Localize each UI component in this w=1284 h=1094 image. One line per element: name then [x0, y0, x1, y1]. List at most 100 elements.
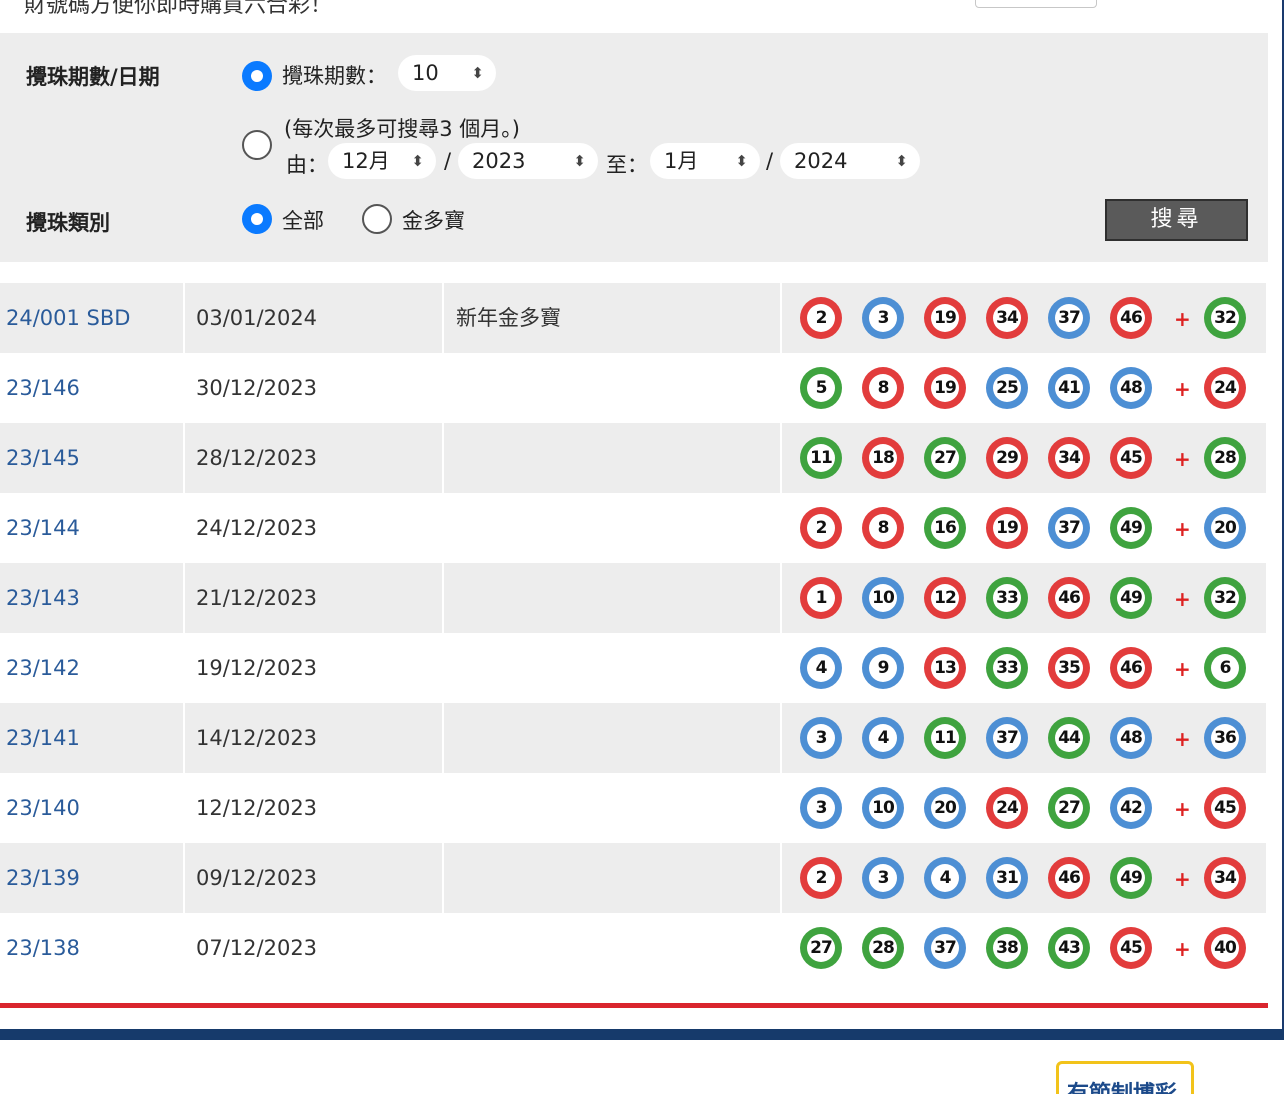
ball-number: 36: [1211, 724, 1239, 752]
winning-numbers: 3 4 11 37 44 48 +36: [800, 717, 1260, 759]
ball-number: 41: [1055, 374, 1083, 402]
ball-number: 19: [931, 304, 959, 332]
ball-number: 33: [993, 654, 1021, 682]
ball-number: 2: [807, 864, 835, 892]
draw-date: 19/12/2023: [196, 656, 318, 680]
extra-ball: 36: [1204, 717, 1246, 759]
ball-number: 49: [1117, 864, 1145, 892]
radio-type-all[interactable]: [242, 204, 272, 234]
ball-number: 6: [1211, 654, 1239, 682]
lottery-ball: 34: [986, 297, 1028, 339]
lottery-ball: 2: [800, 857, 842, 899]
radio-by-count[interactable]: [242, 61, 272, 91]
column-separator: [442, 283, 444, 353]
to-month-select[interactable]: 1月 ⬍: [650, 143, 760, 179]
lottery-ball: 1: [800, 577, 842, 619]
ball-number: 37: [993, 724, 1021, 752]
draw-number-link[interactable]: 23/143: [6, 563, 80, 633]
lottery-ball: 19: [924, 367, 966, 409]
draw-number-link[interactable]: 23/138: [6, 913, 80, 983]
radio-by-date[interactable]: [242, 130, 272, 160]
plus-sign: +: [1174, 657, 1191, 681]
lottery-ball: 29: [986, 437, 1028, 479]
from-month-select[interactable]: 12月 ⬍: [328, 143, 436, 179]
extra-ball: 20: [1204, 507, 1246, 549]
responsible-gambling-badge[interactable]: 有節制博彩: [1056, 1061, 1194, 1094]
draw-date: 24/12/2023: [196, 516, 318, 540]
ball-number: 42: [1117, 794, 1145, 822]
table-row: 23/143 21/12/2023 1 10 12 33 46 49 +32: [0, 563, 1266, 633]
extra-ball: 24: [1204, 367, 1246, 409]
ball-number: 5: [807, 374, 835, 402]
lottery-ball: 44: [1048, 717, 1090, 759]
ball-number: 49: [1117, 514, 1145, 542]
ball-number: 9: [869, 654, 897, 682]
lottery-ball: 11: [800, 437, 842, 479]
ball-number: 38: [993, 934, 1021, 962]
draw-name: 新年金多寶: [456, 306, 561, 330]
intro-strip: 財號碼方便你即時購買六合彩！: [0, 0, 1282, 33]
ball-number: 45: [1211, 794, 1239, 822]
extra-ball: 40: [1204, 927, 1246, 969]
lottery-ball: 27: [924, 437, 966, 479]
lottery-ball: 20: [924, 787, 966, 829]
table-row: 23/142 19/12/2023 4 9 13 33 35 46 +6: [0, 633, 1266, 703]
from-year-value: 2023: [472, 149, 526, 173]
ball-number: 24: [1211, 374, 1239, 402]
ball-number: 3: [807, 724, 835, 752]
ball-number: 24: [993, 794, 1021, 822]
lottery-ball: 8: [862, 507, 904, 549]
ball-number: 4: [869, 724, 897, 752]
lottery-ball: 37: [1048, 507, 1090, 549]
winning-numbers: 2 3 4 31 46 49 +34: [800, 857, 1260, 899]
draw-number-link[interactable]: 23/145: [6, 423, 80, 493]
intro-button[interactable]: [975, 0, 1097, 8]
search-button[interactable]: 搜尋: [1105, 199, 1248, 241]
lottery-ball: 42: [1110, 787, 1152, 829]
lottery-ball: 37: [1048, 297, 1090, 339]
draw-number-link[interactable]: 23/144: [6, 493, 80, 563]
ball-number: 34: [993, 304, 1021, 332]
lottery-ball: 45: [1110, 927, 1152, 969]
ball-number: 8: [869, 514, 897, 542]
draw-number-link[interactable]: 23/140: [6, 773, 80, 843]
to-year-select[interactable]: 2024 ⬍: [780, 143, 920, 179]
lottery-ball: 49: [1110, 577, 1152, 619]
table-row: 23/146 30/12/2023 5 8 19 25 41 48 +24: [0, 353, 1266, 423]
count-select-value: 10: [412, 61, 439, 85]
ball-number: 35: [1055, 654, 1083, 682]
chevron-updown-icon: ⬍: [411, 152, 424, 170]
ball-number: 32: [1211, 584, 1239, 612]
chevron-updown-icon: ⬍: [735, 152, 748, 170]
ball-number: 2: [807, 304, 835, 332]
ball-number: 40: [1211, 934, 1239, 962]
ball-number: 48: [1117, 724, 1145, 752]
lottery-ball: 8: [862, 367, 904, 409]
column-separator: [780, 843, 782, 913]
lottery-ball: 37: [986, 717, 1028, 759]
draw-number-link[interactable]: 23/141: [6, 703, 80, 773]
ball-number: 32: [1211, 304, 1239, 332]
lottery-ball: 12: [924, 577, 966, 619]
count-select[interactable]: 10 ⬍: [398, 55, 496, 91]
draw-date: 14/12/2023: [196, 726, 318, 750]
ball-number: 3: [869, 864, 897, 892]
draw-number-link[interactable]: 23/146: [6, 353, 80, 423]
radio-type-snowball[interactable]: [362, 204, 392, 234]
lottery-ball: 27: [800, 927, 842, 969]
plus-sign: +: [1174, 727, 1191, 751]
from-year-select[interactable]: 2023 ⬍: [458, 143, 598, 179]
draw-number-link[interactable]: 23/139: [6, 843, 80, 913]
draw-number-link[interactable]: 23/142: [6, 633, 80, 703]
type-snowball-label: 金多寶: [402, 209, 465, 233]
ball-number: 43: [1055, 934, 1083, 962]
plus-sign: +: [1174, 937, 1191, 961]
ball-number: 45: [1117, 444, 1145, 472]
extra-ball: 32: [1204, 297, 1246, 339]
draw-number-link[interactable]: 24/001 SBD: [6, 283, 130, 353]
winning-numbers: 2 3 19 34 37 46 +32: [800, 297, 1260, 339]
ball-number: 28: [1211, 444, 1239, 472]
lottery-ball: 24: [986, 787, 1028, 829]
ball-number: 10: [869, 584, 897, 612]
lottery-ball: 2: [800, 507, 842, 549]
